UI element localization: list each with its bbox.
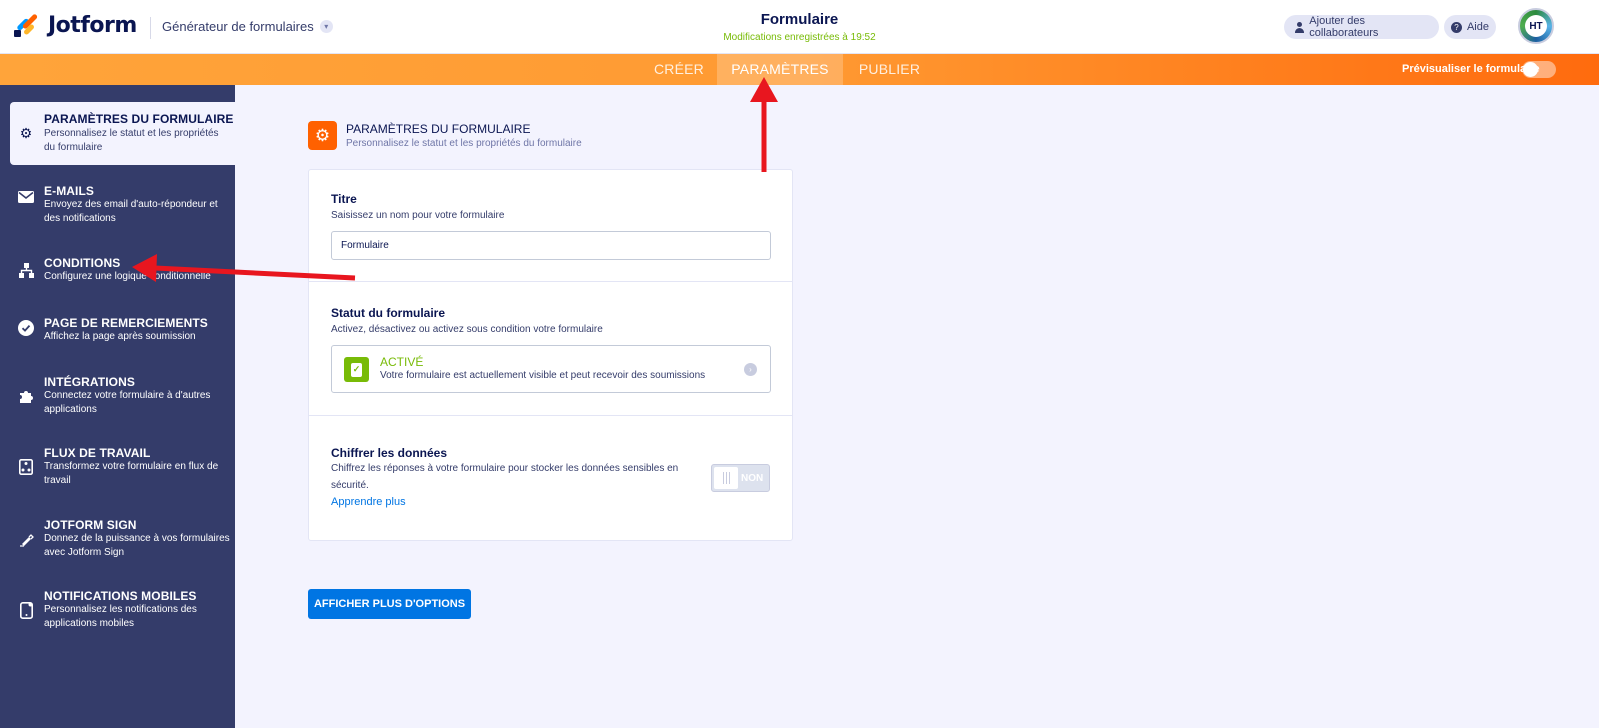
user-avatar[interactable]: HT [1518, 8, 1554, 44]
top-header: Jotform Générateur de formulaires ▾ Form… [0, 0, 1599, 54]
encrypt-desc: Chiffrez les réponses à votre formulaire… [331, 463, 679, 491]
encrypt-toggle[interactable]: NON [711, 464, 770, 492]
add-collaborators-label: Ajouter des collaborateurs [1309, 15, 1379, 39]
workflow-icon [18, 459, 34, 475]
sidebar-item-desc: Affichez la page après soumission [44, 331, 196, 342]
envelope-icon [18, 189, 34, 205]
title-desc: Saisissez un nom pour votre formulaire [331, 210, 505, 221]
avatar-initials: HT [1525, 15, 1547, 37]
status-value: ACTIVÉ [380, 355, 424, 369]
title-label: Titre [331, 192, 357, 206]
help-icon: ? [1451, 21, 1462, 33]
sidebar-item-conditions[interactable]: CONDITIONS Configurez une logique condit… [10, 251, 235, 287]
status-desc: Activez, désactivez ou activez sous cond… [331, 324, 603, 335]
sidebar-item-title: JOTFORM SIGN [44, 518, 137, 532]
help-button[interactable]: ? Aide [1444, 15, 1496, 39]
sidebar-item-integrations[interactable]: INTÉGRATIONS Connectez votre formulaire … [10, 370, 235, 420]
sidebar-item-desc: Envoyez des email d'auto-répondeur et de… [44, 199, 218, 224]
sidebar-item-form-settings[interactable]: ⚙ PARAMÈTRES DU FORMULAIRE Personnalisez… [10, 102, 235, 165]
pen-icon [18, 531, 34, 547]
gear-icon: ⚙ [308, 121, 337, 150]
gear-icon: ⚙ [19, 124, 33, 141]
preview-label: Prévisualiser le formulaire [1402, 63, 1540, 75]
encrypt-label: Chiffrer les données [331, 446, 448, 460]
page-subtitle: Personnalisez le statut et les propriété… [346, 138, 582, 149]
tab-create[interactable]: CRÉER [641, 54, 717, 85]
sitemap-icon [18, 262, 34, 278]
sidebar-item-mobile-notifications[interactable]: NOTIFICATIONS MOBILES Personnalisez les … [10, 584, 235, 634]
status-label: Statut du formulaire [331, 306, 446, 320]
sidebar-item-title: NOTIFICATIONS MOBILES [44, 589, 197, 603]
sidebar-item-title: INTÉGRATIONS [44, 375, 135, 389]
sidebar-item-title: FLUX DE TRAVAIL [44, 446, 151, 460]
check-circle-icon [18, 320, 34, 336]
section-divider [309, 281, 792, 282]
form-status-selector[interactable]: ✓ ACTIVÉ Votre formulaire est actuelleme… [331, 345, 771, 393]
mobile-icon [18, 601, 34, 619]
toggle-handle [714, 467, 738, 489]
page-title: PARAMÈTRES DU FORMULAIRE [346, 122, 531, 136]
add-collaborators-button[interactable]: Ajouter des collaborateurs [1284, 15, 1439, 39]
sidebar-item-title: PAGE DE REMERCIEMENTS [44, 316, 208, 330]
sidebar-item-title: PARAMÈTRES DU FORMULAIRE [44, 112, 234, 126]
puzzle-icon [18, 388, 34, 404]
sidebar-item-desc: Donnez de la puissance à vos formulaires… [44, 533, 230, 558]
builder-nav: CRÉER PARAMÈTRES PUBLIER Prévisualiser l… [0, 54, 1599, 85]
toggle-knob [1523, 62, 1538, 77]
settings-sidebar: ⚙ PARAMÈTRES DU FORMULAIRE Personnalisez… [0, 85, 235, 728]
chevron-right-icon: › [744, 363, 757, 376]
tab-publish[interactable]: PUBLIER [843, 54, 936, 85]
status-value-desc: Votre formulaire est actuellement visibl… [380, 370, 706, 381]
help-label: Aide [1466, 21, 1489, 33]
sidebar-item-desc: Personnalisez le statut et les propriété… [44, 128, 219, 153]
sidebar-item-desc: Personnalisez les notifications des appl… [44, 604, 197, 629]
user-icon [1294, 21, 1305, 33]
section-divider [309, 415, 792, 416]
annotation-overlay [132, 77, 778, 282]
form-title-input[interactable]: Formulaire [331, 231, 771, 260]
tab-settings[interactable]: PARAMÈTRES [717, 54, 843, 85]
toggle-state-label: NON [741, 473, 764, 484]
sidebar-item-desc: Connectez votre formulaire à d'autres ap… [44, 390, 211, 415]
sidebar-item-thank-you-page[interactable]: PAGE DE REMERCIEMENTS Affichez la page a… [10, 311, 235, 347]
sidebar-item-desc: Transformez votre formulaire en flux de … [44, 461, 219, 486]
sidebar-item-title: CONDITIONS [44, 256, 121, 270]
sidebar-item-title: E-MAILS [44, 184, 95, 198]
sidebar-item-workflows[interactable]: FLUX DE TRAVAIL Transformez votre formul… [10, 441, 235, 491]
learn-more-link[interactable]: Apprendre plus [331, 496, 406, 508]
sidebar-item-emails[interactable]: E-MAILS Envoyez des email d'auto-réponde… [10, 177, 235, 227]
settings-card: Titre Saisissez un nom pour votre formul… [308, 169, 793, 541]
preview-toggle[interactable] [1522, 61, 1556, 78]
form-status-icon: ✓ [344, 357, 369, 382]
annotation-arrow-settings-tab [750, 77, 778, 172]
sidebar-item-jotform-sign[interactable]: JOTFORM SIGN Donnez de la puissance à vo… [10, 513, 235, 563]
show-more-options-button[interactable]: AFFICHER PLUS D'OPTIONS [308, 589, 471, 619]
sidebar-item-desc: Configurez une logique conditionnelle [44, 271, 211, 282]
